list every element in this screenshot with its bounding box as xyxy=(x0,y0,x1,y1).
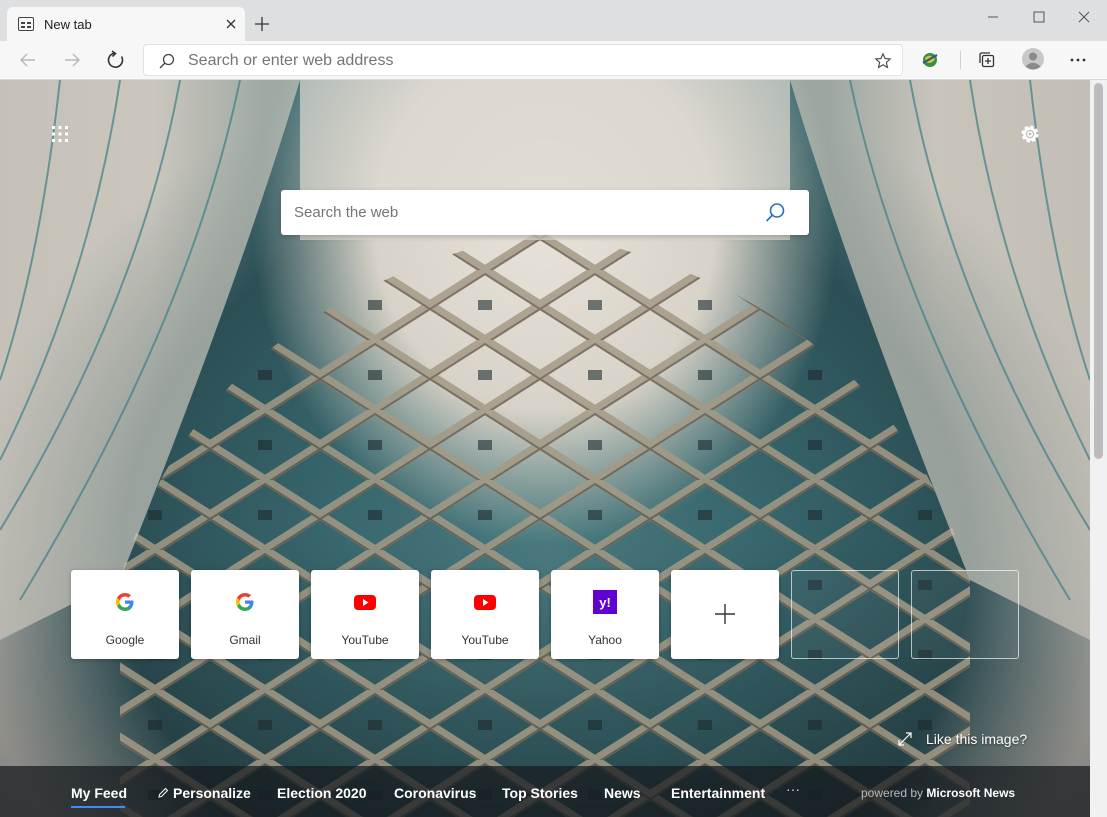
refresh-icon[interactable] xyxy=(105,49,127,71)
tab-new-tab[interactable]: New tab xyxy=(7,7,245,41)
quick-link-label: Yahoo xyxy=(588,633,622,647)
quick-link-label: YouTube xyxy=(461,633,509,647)
google-icon xyxy=(236,593,254,611)
browser-toolbar xyxy=(0,41,1107,80)
title-bar: New tab xyxy=(0,0,1107,41)
feed-tab-election-2020[interactable]: Election 2020 xyxy=(277,785,367,801)
microsoft-news-brand: Microsoft News xyxy=(926,786,1016,800)
powered-by-text: powered by xyxy=(861,786,924,800)
add-quick-link-button[interactable] xyxy=(671,570,779,659)
feed-tab-my-feed[interactable]: My Feed xyxy=(71,785,127,801)
feed-tab-top-stories[interactable]: Top Stories xyxy=(502,785,578,801)
expand-arrows-icon xyxy=(898,732,912,746)
back-arrow-icon[interactable] xyxy=(17,49,39,71)
yahoo-icon: y! xyxy=(593,590,617,614)
web-search-box[interactable] xyxy=(281,190,809,235)
plus-icon xyxy=(715,604,735,624)
address-input[interactable] xyxy=(188,52,848,70)
extension-globe-icon[interactable] xyxy=(919,49,941,71)
active-tab-indicator xyxy=(71,806,125,808)
feed-tab-entertainment[interactable]: Entertainment xyxy=(671,785,765,801)
powered-by-label: powered by Microsoft News xyxy=(861,786,1015,800)
feed-tab-news[interactable]: News xyxy=(604,785,641,801)
forward-arrow-icon[interactable] xyxy=(61,49,83,71)
toolbar-divider xyxy=(960,51,961,69)
empty-quick-link-slot xyxy=(791,570,899,659)
more-menu-icon[interactable] xyxy=(1067,49,1089,71)
feed-tab-coronavirus[interactable]: Coronavirus xyxy=(394,785,476,801)
collections-icon[interactable] xyxy=(976,49,998,71)
youtube-icon xyxy=(354,595,376,610)
google-icon xyxy=(116,593,134,611)
page-scrollbar[interactable] xyxy=(1090,80,1107,817)
close-window-icon[interactable] xyxy=(1075,8,1093,26)
empty-quick-link-slot xyxy=(911,570,1019,659)
quick-link-tile[interactable]: y! Yahoo xyxy=(551,570,659,659)
more-tabs-button[interactable]: ··· xyxy=(786,781,800,797)
quick-link-tile[interactable]: Google xyxy=(71,570,179,659)
web-search-input[interactable] xyxy=(294,204,734,221)
feed-tab-personalize[interactable]: Personalize xyxy=(173,785,251,801)
address-bar[interactable] xyxy=(143,44,903,76)
quick-link-label: Gmail xyxy=(229,633,261,647)
quick-link-tile[interactable]: YouTube xyxy=(311,570,419,659)
new-tab-plus-icon[interactable] xyxy=(252,14,272,34)
like-this-image-text: Like this image? xyxy=(926,731,1028,747)
new-tab-favicon-icon xyxy=(18,17,34,31)
search-icon[interactable] xyxy=(763,201,787,225)
quick-link-tile[interactable]: Gmail xyxy=(191,570,299,659)
tab-title: New tab xyxy=(44,17,92,32)
favorite-star-icon[interactable] xyxy=(874,52,892,70)
youtube-icon xyxy=(474,595,496,610)
quick-link-label: Google xyxy=(105,633,145,647)
quick-link-label: YouTube xyxy=(341,633,389,647)
quick-link-tile[interactable]: YouTube xyxy=(431,570,539,659)
scrollbar-thumb[interactable] xyxy=(1094,83,1103,459)
gear-icon[interactable] xyxy=(1018,122,1042,146)
maximize-icon[interactable] xyxy=(1030,8,1048,26)
minimize-icon[interactable] xyxy=(984,8,1002,26)
apps-launcher-icon[interactable] xyxy=(50,124,70,144)
svg-text:y!: y! xyxy=(599,595,611,610)
close-tab-icon[interactable] xyxy=(223,16,239,32)
new-tab-page: Google Gmail YouTube YouTube xyxy=(0,80,1090,817)
news-feed-bar: My Feed Personalize Election 2020 Corona… xyxy=(0,766,1090,817)
pencil-icon xyxy=(158,787,169,798)
search-icon xyxy=(159,53,175,69)
profile-avatar-icon[interactable] xyxy=(1021,47,1045,71)
